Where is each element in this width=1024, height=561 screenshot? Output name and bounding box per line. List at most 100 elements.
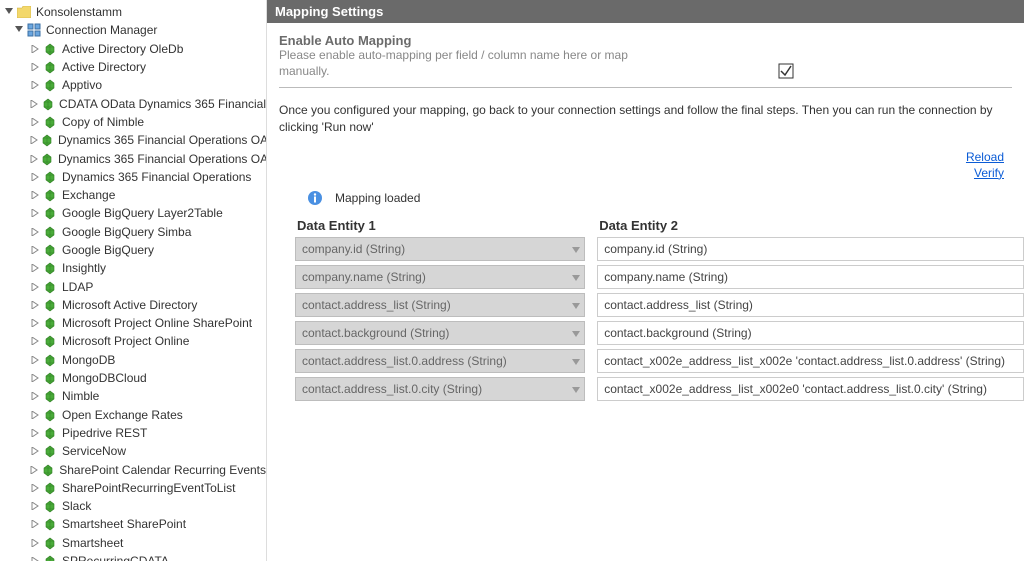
field-label: contact_x002e_address_list_x002e 'contac… bbox=[604, 354, 1005, 368]
entity2-field-dropdown[interactable]: contact.address_list (String) bbox=[597, 293, 1024, 317]
status-row: Mapping loaded bbox=[267, 190, 1024, 218]
expander-right-icon[interactable] bbox=[30, 300, 40, 310]
tree-connection-item[interactable]: Google BigQuery Simba bbox=[0, 223, 266, 241]
expander-right-icon[interactable] bbox=[30, 446, 40, 456]
tree-item-label: Dynamics 365 Financial Operations OA bbox=[58, 152, 267, 166]
expander-right-icon[interactable] bbox=[30, 391, 40, 401]
entity1-field-dropdown[interactable]: contact.address_list.0.city (String) bbox=[295, 377, 585, 401]
tree-connection-item[interactable]: Dynamics 365 Financial Operations OA bbox=[0, 149, 266, 167]
expander-right-icon[interactable] bbox=[30, 80, 40, 90]
expander-right-icon[interactable] bbox=[30, 135, 38, 145]
entity1-field-dropdown[interactable]: contact.address_list.0.address (String) bbox=[295, 349, 585, 373]
entity2-field-dropdown[interactable]: contact_x002e_address_list_x002e0 'conta… bbox=[597, 377, 1024, 401]
expander-right-icon[interactable] bbox=[30, 465, 39, 475]
tree-connection-item[interactable]: MongoDB bbox=[0, 351, 266, 369]
tree-connection-item[interactable]: ServiceNow bbox=[0, 442, 266, 460]
expander-right-icon[interactable] bbox=[30, 208, 40, 218]
connection-icon bbox=[42, 260, 58, 276]
tree-connection-item[interactable]: SharePointRecurringEventToList bbox=[0, 479, 266, 497]
reload-link[interactable]: Reload bbox=[966, 150, 1004, 164]
tree-connection-item[interactable]: Pipedrive REST bbox=[0, 424, 266, 442]
entity2-field-dropdown[interactable]: company.id (String) bbox=[597, 237, 1024, 261]
tree-connection-item[interactable]: Dynamics 365 Financial Operations OA bbox=[0, 131, 266, 149]
entity1-field-dropdown[interactable]: contact.background (String) bbox=[295, 321, 585, 345]
tree-connection-item[interactable]: Smartsheet SharePoint bbox=[0, 515, 266, 533]
tree-connection-item[interactable]: Open Exchange Rates bbox=[0, 406, 266, 424]
entity2-field-dropdown[interactable]: contact.background (String) bbox=[597, 321, 1024, 345]
tree-manager[interactable]: Connection Manager bbox=[0, 21, 266, 39]
enable-checkbox[interactable] bbox=[778, 68, 794, 82]
expander-right-icon[interactable] bbox=[30, 190, 40, 200]
tree-connection-item[interactable]: Dynamics 365 Financial Operations bbox=[0, 168, 266, 186]
entity2-field-dropdown[interactable]: contact_x002e_address_list_x002e 'contac… bbox=[597, 349, 1024, 373]
field-label: contact_x002e_address_list_x002e0 'conta… bbox=[604, 382, 987, 396]
expander-right-icon[interactable] bbox=[30, 117, 40, 127]
expander-right-icon[interactable] bbox=[30, 245, 40, 255]
entity2-heading: Data Entity 2 bbox=[597, 218, 1024, 233]
tree-connection-item[interactable]: Nimble bbox=[0, 387, 266, 405]
tree-connection-item[interactable]: Exchange bbox=[0, 186, 266, 204]
entity2-field-dropdown[interactable]: company.name (String) bbox=[597, 265, 1024, 289]
tree-item-label: Pipedrive REST bbox=[62, 426, 147, 440]
tree-item-label: ServiceNow bbox=[62, 444, 126, 458]
expander-right-icon[interactable] bbox=[30, 355, 40, 365]
expander-right-icon[interactable] bbox=[30, 556, 40, 561]
expander-right-icon[interactable] bbox=[30, 44, 40, 54]
expander-right-icon[interactable] bbox=[30, 501, 40, 511]
expander-down-icon[interactable] bbox=[4, 7, 14, 17]
expander-right-icon[interactable] bbox=[30, 410, 40, 420]
tree-connection-item[interactable]: Active Directory OleDb bbox=[0, 40, 266, 58]
tree-item-label: Google BigQuery Simba bbox=[62, 225, 191, 239]
expander-right-icon[interactable] bbox=[30, 483, 40, 493]
connection-icon bbox=[42, 187, 58, 203]
tree-item-label: Slack bbox=[62, 499, 91, 513]
expander-right-icon[interactable] bbox=[30, 172, 40, 182]
chevron-down-icon bbox=[572, 270, 580, 284]
enable-subtext: Please enable auto-mapping per field / c… bbox=[279, 48, 679, 79]
expander-right-icon[interactable] bbox=[30, 282, 40, 292]
expander-right-icon[interactable] bbox=[30, 227, 40, 237]
expander-right-icon[interactable] bbox=[30, 62, 40, 72]
connection-icon bbox=[42, 77, 58, 93]
tree-connection-item[interactable]: Active Directory bbox=[0, 58, 266, 76]
expander-right-icon[interactable] bbox=[30, 519, 40, 529]
tree-connection-item[interactable]: Microsoft Project Online bbox=[0, 332, 266, 350]
tree-connection-item[interactable]: LDAP bbox=[0, 277, 266, 295]
connection-icon bbox=[41, 462, 55, 478]
tree-item-label: Dynamics 365 Financial Operations bbox=[62, 170, 251, 184]
connection-icon bbox=[42, 297, 58, 313]
expander-right-icon[interactable] bbox=[30, 318, 40, 328]
field-label: company.id (String) bbox=[604, 242, 707, 256]
tree-connection-item[interactable]: SharePoint Calendar Recurring Events bbox=[0, 460, 266, 478]
connection-icon bbox=[42, 498, 58, 514]
expander-right-icon[interactable] bbox=[30, 428, 40, 438]
tree-connection-item[interactable]: Insightly bbox=[0, 259, 266, 277]
field-label: contact.address_list (String) bbox=[604, 298, 753, 312]
expander-right-icon[interactable] bbox=[30, 336, 40, 346]
connection-icon bbox=[40, 132, 54, 148]
tree-connection-item[interactable]: SPRecurringCDATA bbox=[0, 552, 266, 561]
connection-icon bbox=[42, 535, 58, 551]
tree-connection-item[interactable]: MongoDBCloud bbox=[0, 369, 266, 387]
expander-right-icon[interactable] bbox=[30, 263, 40, 273]
tree-root[interactable]: Konsolenstamm bbox=[0, 3, 266, 21]
chevron-down-icon bbox=[572, 382, 580, 396]
tree-connection-item[interactable]: Google BigQuery bbox=[0, 241, 266, 259]
tree-connection-item[interactable]: Microsoft Active Directory bbox=[0, 296, 266, 314]
expander-down-icon[interactable] bbox=[14, 25, 24, 35]
tree-connection-item[interactable]: Slack bbox=[0, 497, 266, 515]
tree-connection-item[interactable]: Copy of Nimble bbox=[0, 113, 266, 131]
expander-right-icon[interactable] bbox=[30, 538, 40, 548]
tree-connection-item[interactable]: Apptivo bbox=[0, 76, 266, 94]
entity1-field-dropdown[interactable]: company.name (String) bbox=[295, 265, 585, 289]
entity1-field-dropdown[interactable]: company.id (String) bbox=[295, 237, 585, 261]
expander-right-icon[interactable] bbox=[30, 373, 40, 383]
entity1-field-dropdown[interactable]: contact.address_list (String) bbox=[295, 293, 585, 317]
verify-link[interactable]: Verify bbox=[974, 166, 1004, 180]
expander-right-icon[interactable] bbox=[30, 154, 38, 164]
tree-connection-item[interactable]: Google BigQuery Layer2Table bbox=[0, 204, 266, 222]
tree-connection-item[interactable]: CDATA OData Dynamics 365 Financial bbox=[0, 94, 266, 112]
tree-connection-item[interactable]: Microsoft Project Online SharePoint bbox=[0, 314, 266, 332]
tree-connection-item[interactable]: Smartsheet bbox=[0, 534, 266, 552]
expander-right-icon[interactable] bbox=[30, 99, 39, 109]
